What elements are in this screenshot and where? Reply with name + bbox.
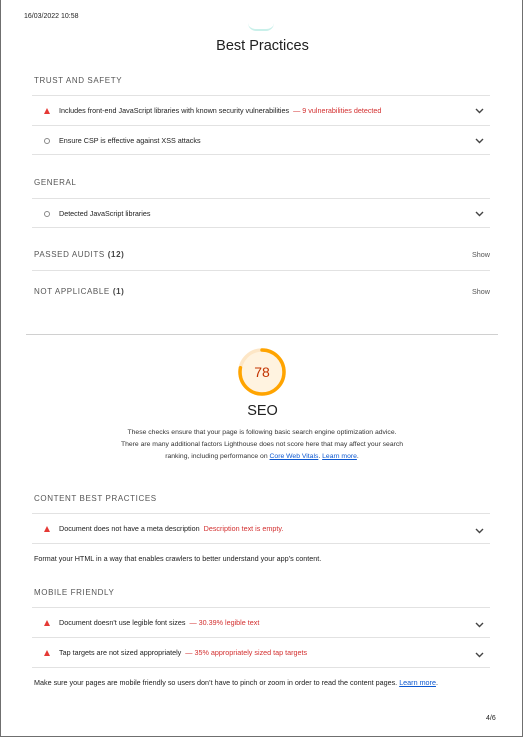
trust-and-safety-heading: TRUST AND SAFETY bbox=[34, 76, 123, 85]
audit-row-csp-xss[interactable]: Ensure CSP is effective against XSS atta… bbox=[32, 125, 490, 155]
audit-row-tap-targets[interactable]: Tap targets are not sized appropriately … bbox=[32, 637, 490, 668]
mobile-friendly-note: Make sure your pages are mobile friendly… bbox=[34, 678, 438, 687]
audit-title: Ensure CSP is effective against XSS atta… bbox=[59, 136, 201, 145]
audit-title: Tap targets are not sized appropriately bbox=[59, 648, 182, 657]
audit-text: Ensure CSP is effective against XSS atta… bbox=[59, 126, 201, 155]
chevron-down-icon[interactable] bbox=[475, 199, 484, 228]
best-practices-title: Best Practices bbox=[216, 38, 309, 54]
mobile-friendly-heading: MOBILE FRIENDLY bbox=[34, 588, 115, 597]
audit-row-legible-font-sizes[interactable]: Document doesn't use legible font sizes … bbox=[32, 607, 490, 637]
info-circle-icon bbox=[44, 126, 50, 155]
report-timestamp: 16/03/2022 10:58 bbox=[24, 13, 79, 20]
audit-title: Document does not have a meta descriptio… bbox=[59, 524, 200, 533]
fail-triangle-icon bbox=[44, 608, 50, 637]
mobile-friendly-note-text: Make sure your pages are mobile friendly… bbox=[34, 678, 398, 687]
chevron-down-icon[interactable] bbox=[475, 96, 484, 125]
fail-triangle-icon bbox=[44, 96, 50, 125]
category-gauge-arc-remnant bbox=[248, 23, 274, 31]
show-passed-audits-button[interactable]: Show bbox=[472, 234, 490, 275]
seo-title: SEO bbox=[247, 403, 278, 419]
category-divider bbox=[26, 334, 498, 335]
audit-row-vulnerable-libraries[interactable]: Includes front-end JavaScript libraries … bbox=[32, 95, 490, 125]
general-heading: GENERAL bbox=[34, 178, 77, 187]
not-applicable-group[interactable]: NOT APPLICABLE (1) Show bbox=[32, 270, 490, 312]
passed-audits-label: PASSED AUDITS (12) bbox=[34, 234, 124, 275]
audit-warning: — 9 vulnerabilities detected bbox=[293, 106, 382, 115]
group-label: PASSED AUDITS bbox=[34, 250, 105, 259]
content-best-practices-note: Format your HTML in a way that enables c… bbox=[34, 554, 322, 563]
content-best-practices-heading: CONTENT BEST PRACTICES bbox=[34, 494, 157, 503]
show-not-applicable-button[interactable]: Show bbox=[472, 271, 490, 312]
audit-text: Detected JavaScript libraries bbox=[59, 199, 150, 228]
group-label: NOT APPLICABLE bbox=[34, 287, 110, 296]
audit-text: Document doesn't use legible font sizes … bbox=[59, 608, 259, 637]
audit-row-detected-libraries[interactable]: Detected JavaScript libraries bbox=[32, 198, 490, 228]
chevron-down-icon[interactable] bbox=[475, 126, 484, 155]
fail-triangle-icon bbox=[44, 638, 50, 667]
page-number: 4/6 bbox=[486, 715, 496, 722]
core-web-vitals-link[interactable]: Core Web Vitals bbox=[270, 453, 319, 460]
not-applicable-label: NOT APPLICABLE (1) bbox=[34, 271, 124, 312]
audit-title: Includes front-end JavaScript libraries … bbox=[59, 106, 290, 115]
seo-description-text: These checks ensure that your page is fo… bbox=[120, 429, 404, 461]
mobile-friendly-learn-more-link[interactable]: Learn more bbox=[399, 678, 436, 687]
audit-title: Detected JavaScript libraries bbox=[59, 209, 151, 218]
audit-text: Tap targets are not sized appropriately … bbox=[59, 638, 307, 667]
chevron-down-icon[interactable] bbox=[475, 610, 484, 639]
group-count: (1) bbox=[112, 287, 125, 296]
audit-text: Document does not have a meta descriptio… bbox=[59, 514, 283, 543]
chevron-down-icon[interactable] bbox=[475, 516, 484, 545]
audit-text: Includes front-end JavaScript libraries … bbox=[59, 96, 381, 125]
seo-score-value: 78 bbox=[254, 364, 270, 380]
group-count: (12) bbox=[107, 250, 125, 259]
audit-warning: — 35% appropriately sized tap targets bbox=[185, 648, 308, 657]
seo-description: These checks ensure that your page is fo… bbox=[120, 429, 404, 461]
chevron-down-icon[interactable] bbox=[475, 640, 484, 669]
info-circle-icon bbox=[44, 199, 50, 228]
audit-warning: Description text is empty. bbox=[203, 524, 284, 533]
audit-title: Document doesn't use legible font sizes bbox=[59, 618, 186, 627]
audit-row-meta-description[interactable]: Document does not have a meta descriptio… bbox=[32, 513, 490, 544]
audit-warning: — 30.39% legible text bbox=[189, 618, 260, 627]
fail-triangle-icon bbox=[44, 514, 50, 543]
seo-learn-more-link[interactable]: Learn more bbox=[322, 453, 357, 460]
